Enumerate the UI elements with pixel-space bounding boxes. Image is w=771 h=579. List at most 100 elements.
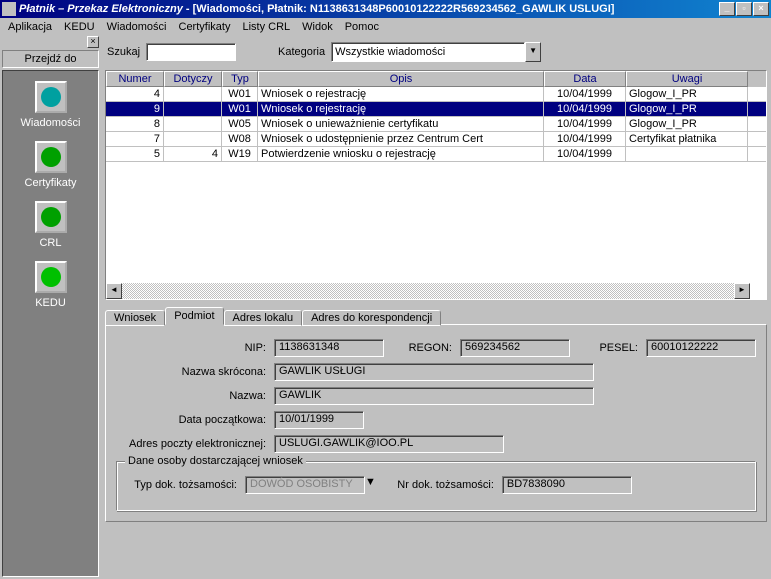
cell-data: 10/04/1999 (544, 117, 626, 131)
nrdok-label: Nr dok. tożsamości: (384, 479, 494, 491)
cell-uwagi: Glogow_I_PR (626, 102, 748, 116)
col-numer[interactable]: Numer (106, 71, 164, 87)
app-icon (2, 2, 16, 16)
titlebar: Płatnik – Przekaz Elektroniczny - [Wiado… (0, 0, 771, 18)
cell-uwagi: Certyfikat płatnika (626, 132, 748, 146)
menu-wiadomosci[interactable]: Wiadomości (101, 19, 173, 35)
scroll-right-icon[interactable]: ► (734, 283, 750, 299)
category-combo[interactable]: ▼ (331, 42, 541, 62)
cell-opis: Potwierdzenie wniosku o rejestrację (258, 147, 544, 161)
regon-label: REGON: (392, 342, 452, 354)
pesel-field: 60010122222 (646, 339, 756, 357)
cell-uwagi: Glogow_I_PR (626, 87, 748, 101)
data-pocz-field: 10/01/1999 (274, 411, 364, 429)
group-legend: Dane osoby dostarczającej wniosek (125, 455, 306, 467)
cell-numer: 7 (106, 132, 164, 146)
tab-wniosek[interactable]: Wniosek (105, 310, 165, 326)
pesel-label: PESEL: (578, 342, 638, 354)
tab-adres-koresp[interactable]: Adres do korespondencji (302, 310, 441, 326)
sidebar-caption: Przejdź do (2, 50, 99, 68)
email-field: USLUGI.GAWLIK@IOO.PL (274, 435, 504, 453)
window-title: Płatnik – Przekaz Elektroniczny - [Wiado… (19, 3, 719, 15)
menu-kedu[interactable]: KEDU (58, 19, 101, 35)
cell-data: 10/04/1999 (544, 87, 626, 101)
table-row[interactable]: 7 W08Wniosek o udostępnienie przez Centru… (106, 132, 766, 147)
minimize-button[interactable]: _ (719, 2, 735, 16)
tabstrip: Wniosek Podmiot Adres lokalu Adres do ko… (105, 306, 767, 324)
sidebar-close-button[interactable]: × (87, 36, 99, 48)
scroll-track[interactable] (122, 283, 734, 299)
col-uwagi[interactable]: Uwagi (626, 71, 748, 87)
cell-opis: Wniosek o unieważnienie certyfikatu (258, 117, 544, 131)
sidebar-item-label: CRL (35, 237, 67, 249)
grid-header: Numer Dotyczy Typ Opis Data Uwagi (106, 71, 766, 87)
menu-certyfikaty[interactable]: Certyfikaty (173, 19, 237, 35)
category-label: Kategoria (278, 46, 325, 58)
menu-widok[interactable]: Widok (296, 19, 339, 35)
cell-data: 10/04/1999 (544, 132, 626, 146)
menu-listy-crl[interactable]: Listy CRL (236, 19, 296, 35)
cell-dotyczy (164, 132, 222, 146)
tab-adres-lokalu[interactable]: Adres lokalu (224, 310, 303, 326)
cell-data: 10/04/1999 (544, 102, 626, 116)
nazwa-skr-label: Nazwa skrócona: (116, 366, 266, 378)
typdok-label: Typ dok. tożsamości: (127, 479, 237, 491)
sidebar-item-crl[interactable]: CRL (35, 201, 67, 249)
table-row[interactable]: 8W05Wniosek o unieważnienie certyfikatu1… (106, 117, 766, 132)
cell-dotyczy (164, 87, 222, 101)
content-area: Szukaj Kategoria ▼ Numer Dotyczy Typ Opi… (101, 36, 771, 579)
col-typ[interactable]: Typ (222, 71, 258, 87)
messages-icon (35, 81, 67, 113)
typdok-combo: DOWÓD OSOBISTY ▼ (245, 476, 376, 494)
nip-field: 1138631348 (274, 339, 384, 357)
sidebar-item-label: Wiadomości (21, 117, 81, 129)
table-row[interactable]: 4W01Wniosek o rejestrację10/04/1999Glogo… (106, 87, 766, 102)
nazwa-field: GAWLIK (274, 387, 594, 405)
nazwa-skr-field: GAWLIK USŁUGI (274, 363, 594, 381)
menu-aplikacja[interactable]: Aplikacja (2, 19, 58, 35)
email-label: Adres poczty elektronicznej: (116, 438, 266, 450)
scroll-left-icon[interactable]: ◄ (106, 283, 122, 299)
search-row: Szukaj Kategoria ▼ (105, 40, 767, 64)
sidebar-item-kedu[interactable]: KEDU (35, 261, 67, 309)
horizontal-scrollbar[interactable]: ◄ ► (106, 283, 750, 299)
regon-field: 569234562 (460, 339, 570, 357)
menubar: Aplikacja KEDU Wiadomości Certyfikaty Li… (0, 18, 771, 36)
table-row[interactable]: 9W01Wniosek o rejestrację10/04/1999Glogo… (106, 102, 766, 117)
cell-typ: W08 (222, 132, 258, 146)
chevron-down-icon[interactable]: ▼ (525, 42, 541, 62)
sidebar-item-label: Certyfikaty (25, 177, 77, 189)
cell-opis: Wniosek o rejestrację (258, 102, 544, 116)
cell-typ: W01 (222, 102, 258, 116)
sidebar-panel: × Przejdź do Wiadomości Certyfikaty CRL … (0, 36, 101, 579)
messages-grid[interactable]: Numer Dotyczy Typ Opis Data Uwagi 4W01Wn… (105, 70, 767, 300)
col-opis[interactable]: Opis (258, 71, 544, 87)
category-value[interactable] (331, 42, 525, 62)
nrdok-field: BD7838090 (502, 476, 632, 494)
sidebar-item-wiadomosci[interactable]: Wiadomości (21, 81, 81, 129)
nip-label: NIP: (116, 342, 266, 354)
cell-uwagi (626, 147, 748, 161)
menu-pomoc[interactable]: Pomoc (339, 19, 385, 35)
cell-typ: W01 (222, 87, 258, 101)
certificates-icon (35, 141, 67, 173)
sidebar-item-certyfikaty[interactable]: Certyfikaty (25, 141, 77, 189)
tab-body-podmiot: NIP: 1138631348 REGON: 569234562 PESEL: … (105, 324, 767, 522)
search-input[interactable] (146, 43, 236, 61)
tab-podmiot[interactable]: Podmiot (165, 307, 223, 325)
group-dane-osoby: Dane osoby dostarczającej wniosek Typ do… (116, 461, 756, 511)
cell-uwagi: Glogow_I_PR (626, 117, 748, 131)
nazwa-label: Nazwa: (116, 390, 266, 402)
typdok-field: DOWÓD OSOBISTY (245, 476, 365, 494)
col-dotyczy[interactable]: Dotyczy (164, 71, 222, 87)
cell-dotyczy (164, 117, 222, 131)
cell-numer: 8 (106, 117, 164, 131)
close-button[interactable]: × (753, 2, 769, 16)
search-label: Szukaj (107, 46, 140, 58)
cell-opis: Wniosek o udostępnienie przez Centrum Ce… (258, 132, 544, 146)
col-data[interactable]: Data (544, 71, 626, 87)
cell-dotyczy (164, 102, 222, 116)
table-row[interactable]: 54W19Potwierdzenie wniosku o rejestrację… (106, 147, 766, 162)
restore-button[interactable]: ▫ (736, 2, 752, 16)
cell-typ: W19 (222, 147, 258, 161)
